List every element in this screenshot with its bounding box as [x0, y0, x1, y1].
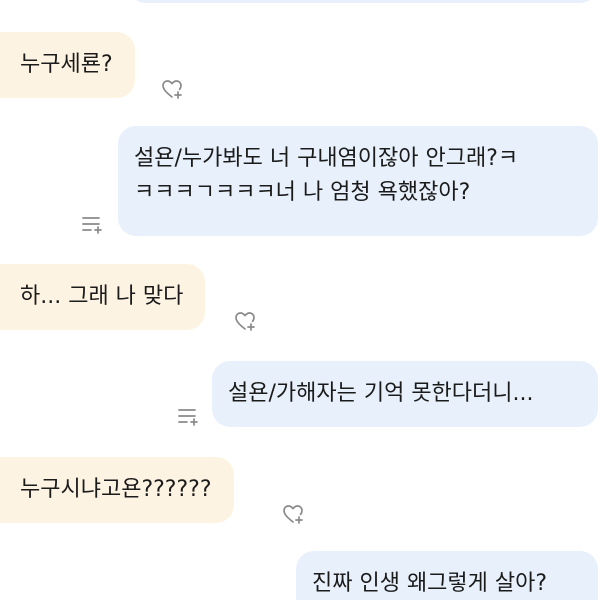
heart-plus-icon[interactable] — [160, 77, 184, 101]
message-bubble-outgoing[interactable]: 설욘/누가봐도 너 구내염이잖아 안그래?ㅋ ㅋㅋㅋㄱㅋㅋㅋ너 나 엄청 욕했잖… — [118, 126, 598, 236]
message-text: 진짜 인생 왜그렇게 살아? — [312, 571, 548, 596]
message-bubble-outgoing[interactable]: 진짜 인생 왜그렇게 살아? — [296, 551, 598, 600]
message-text-line-1: 설욘/누가봐도 너 구내염이잖아 안그래?ㅋ — [134, 146, 519, 171]
heart-plus-icon[interactable] — [281, 502, 305, 526]
message-text-line-2: ㅋㅋㅋㄱㅋㅋㅋ너 나 엄청 욕했잖아? — [134, 180, 471, 205]
message-bubble-incoming[interactable]: 하... 그래 나 맞다 — [0, 264, 206, 330]
message-text: 누구시냐고욘?????? — [20, 477, 212, 502]
message-bubble-outgoing-partial[interactable] — [128, 0, 598, 3]
message-bubble-incoming[interactable]: 누구시냐고욘?????? — [0, 457, 234, 523]
message-bubble-incoming[interactable]: 누구세룐? — [0, 32, 135, 98]
message-text: 하... 그래 나 맞다 — [20, 284, 184, 309]
message-text: 누구세룐? — [20, 52, 113, 77]
message-bubble-outgoing[interactable]: 설욘/가해자는 기억 못한다더니... — [212, 361, 598, 427]
heart-plus-icon[interactable] — [233, 309, 257, 333]
list-add-icon[interactable] — [176, 405, 200, 429]
chat-thread: 누구세룐? 설욘/누가봐도 너 구내염이잖아 안그래?ㅋ ㅋㅋㅋㄱㅋㅋㅋ너 나 … — [0, 0, 600, 600]
list-add-icon[interactable] — [80, 213, 104, 237]
message-text: 설욘/가해자는 기억 못한다더니... — [228, 381, 534, 406]
